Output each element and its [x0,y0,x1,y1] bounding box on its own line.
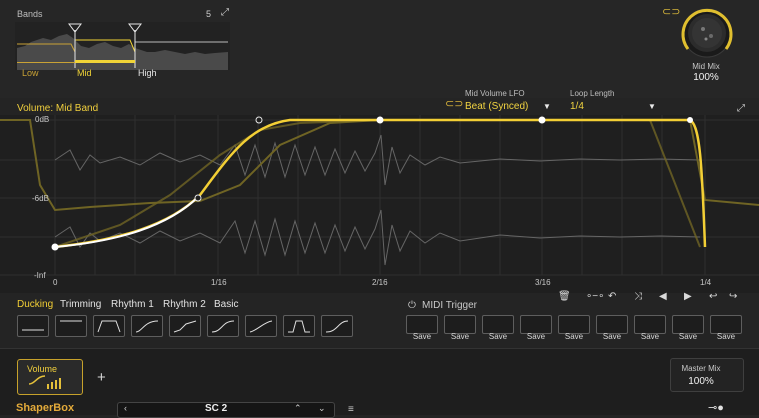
bands-spectrum[interactable] [15,22,230,70]
preset-basic[interactable]: Basic [214,299,238,310]
y-label-inf: -Inf [34,271,46,280]
x-label-1-4: 1/4 [700,278,712,287]
add-shaper-button[interactable]: + [97,369,106,386]
chevron-left-icon[interactable]: ‹ [124,403,127,413]
lfo-rate-select[interactable]: Beat (Synced) [465,101,551,112]
expand-icon[interactable]: ⤢ [221,7,229,18]
bottom-bar [0,348,759,415]
save-label-6[interactable]: Save [596,332,628,341]
chevron-left-icon[interactable]: ◀ [659,291,667,302]
lfo-editor-graph[interactable] [0,115,759,293]
trash-icon[interactable]: 🗑 [558,291,571,302]
save-label-4[interactable]: Save [520,332,552,341]
save-label-8[interactable]: Save [672,332,704,341]
midi-trigger-label[interactable]: MIDI Trigger [422,300,477,311]
chevron-down-icon[interactable]: ▼ [648,102,656,111]
app-logo: ShaperBox [16,402,75,414]
chevron-up-icon[interactable]: ⌃ [294,403,302,414]
x-label-3-16: 3/16 [535,278,551,287]
mid-mix-value: 100% [693,72,719,83]
expand-icon[interactable]: ⤢ [737,103,745,114]
loop-length-select[interactable]: 1/4 [570,101,584,112]
shape-preset-ramp[interactable] [131,315,163,337]
loop-length-label: Loop Length [570,89,615,98]
volume-bars-icon [28,375,61,389]
undo-curve-icon[interactable]: ↶ [608,291,616,302]
x-label-2-16: 2/16 [372,278,388,287]
sidechain-icon[interactable]: ⊸● [708,401,724,414]
preset-rhythm-1[interactable]: Rhythm 1 [111,299,154,310]
shape-preset-high[interactable] [55,315,87,337]
x-label-0: 0 [53,278,58,287]
band-low-label[interactable]: Low [22,68,39,78]
volume-tab-label[interactable]: Volume [27,364,57,374]
master-mix-label: Master Mix [681,364,721,373]
save-label-7[interactable]: Save [634,332,666,341]
save-label-5[interactable]: Save [558,332,590,341]
y-label-0db: 0dB [35,115,50,124]
save-label-9[interactable]: Save [710,332,742,341]
lfo-rate-label: Mid Volume LFO [465,89,525,98]
y-label-6db: -6dB [32,194,49,203]
shape-preset-flat[interactable] [17,315,49,337]
preset-trimming[interactable]: Trimming [60,299,101,310]
power-icon[interactable]: ⏻ [408,300,416,311]
bands-title: Bands [17,9,43,19]
chevron-down-icon[interactable]: ▼ [543,102,551,111]
mid-mix-knob[interactable] [673,5,741,65]
shape-preset-pulse[interactable] [93,315,125,337]
lfo-title: Volume: Mid Band [17,103,99,114]
preset-name[interactable]: SC 2 [205,403,227,414]
preset-rhythm-2[interactable]: Rhythm 2 [163,299,206,310]
save-label-1[interactable]: Save [406,332,438,341]
preset-ducking[interactable]: Ducking [17,299,53,310]
chevron-down-icon[interactable]: ⌄ [318,403,326,414]
lfo-link-icon[interactable]: ⊂⊃ [445,97,463,110]
bands-count[interactable]: 5 [206,9,211,19]
x-label-1-16: 1/16 [211,278,227,287]
shuffle-icon[interactable]: ⤨ [634,291,642,302]
menu-icon[interactable]: ≡ [348,404,354,415]
link-points-icon[interactable]: ∘−∘ [586,291,604,302]
redo-icon[interactable]: ↪ [729,291,737,302]
band-mid-label[interactable]: Mid [77,68,92,78]
master-mix-value[interactable]: 100% [676,376,726,387]
shape-preset-rise[interactable] [245,315,277,337]
save-label-2[interactable]: Save [444,332,476,341]
shape-preset-slope[interactable] [169,315,201,337]
shape-preset-soft-rise[interactable] [321,315,353,337]
shape-preset-gate[interactable] [283,315,315,337]
mid-mix-label: Mid Mix [692,62,720,71]
undo-icon[interactable]: ↩ [709,291,717,302]
chevron-right-icon[interactable]: ▶ [684,291,692,302]
save-label-3[interactable]: Save [482,332,514,341]
band-high-label[interactable]: High [138,68,157,78]
shape-preset-s-curve[interactable] [207,315,239,337]
